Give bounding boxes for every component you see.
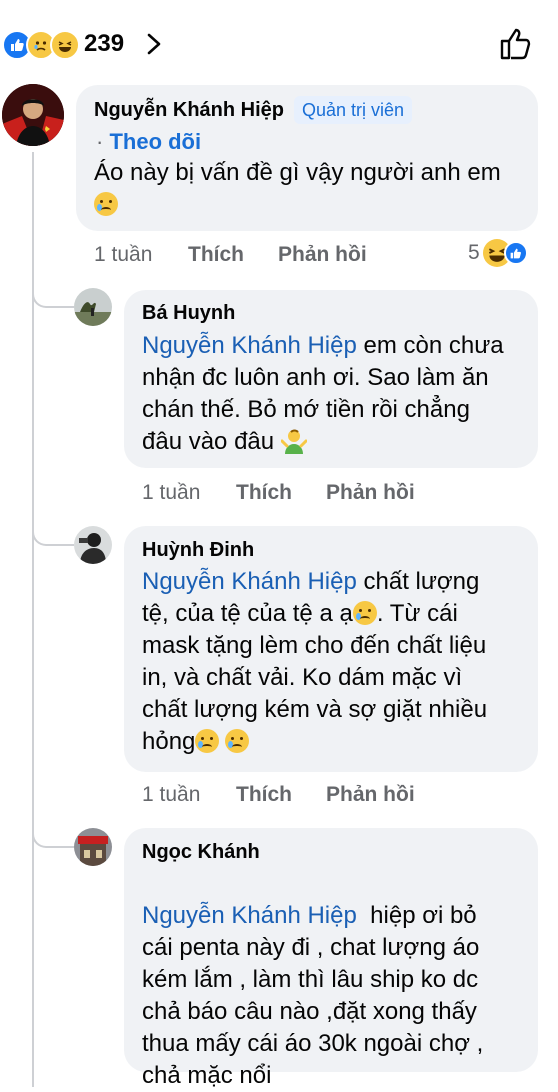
shrug-emoji: [280, 429, 307, 454]
mention-link[interactable]: Nguyễn Khánh Hiệp: [142, 332, 357, 359]
reply-line: chán thế. Bỏ mớ tiền rồi chẳng: [142, 396, 470, 423]
crying-face-emoji: [94, 192, 118, 216]
reply-line: đâu vào đâu: [142, 428, 275, 455]
reply-line: hiệp ơi bỏ: [356, 902, 477, 929]
reply-line: nhận đc luôn anh ơi. Sao làm ăn: [142, 364, 489, 391]
admin-badge: Quản trị viên: [294, 96, 413, 124]
follow-separator: ·: [96, 129, 104, 154]
reply-line: kém lắm , làm thì lâu ship ko dc: [142, 966, 479, 993]
avatar[interactable]: [2, 84, 64, 146]
reply-text: Nguyễn Khánh Hiệp chất lượng tệ, của tệ …: [142, 566, 532, 758]
reply-line: em còn chưa: [356, 332, 504, 359]
reply-line: chả báo câu nào ,đặt xong thấy: [142, 998, 477, 1025]
reply-text: Nguyễn Khánh Hiệp em còn chưa nhận đc lu…: [142, 330, 532, 458]
like-link[interactable]: Thích: [236, 479, 292, 507]
reply-line: mask tặng lèm cho đến chất liệu: [142, 632, 487, 659]
comment-body: Áo này bị vấn đề gì vậy người anh em: [94, 159, 501, 186]
reply-link[interactable]: Phản hồi: [326, 479, 415, 507]
like-link[interactable]: Thích: [236, 781, 292, 809]
comment-text: Áo này bị vấn đề gì vậy người anh em: [94, 157, 530, 221]
comment-reactions[interactable]: 5: [468, 239, 528, 267]
like-icon: [503, 241, 528, 265]
crying-face-emoji: [352, 601, 377, 625]
thread-hook: [32, 518, 74, 546]
reply-time[interactable]: 1 tuần: [142, 781, 200, 809]
reply-link[interactable]: Phản hồi: [326, 781, 415, 809]
haha-icon: [50, 30, 80, 60]
reply-line: in, và chất vải. Ko dám mặc vì: [142, 664, 463, 691]
crying-face-emoji: [225, 729, 250, 753]
avatar[interactable]: [74, 526, 112, 564]
reaction-summary[interactable]: [2, 30, 80, 60]
reply-author[interactable]: Bá Huynh: [142, 300, 235, 326]
comment-reaction-count: 5: [468, 241, 480, 264]
reply-line: . Từ cái: [376, 600, 458, 627]
mention-link[interactable]: Nguyễn Khánh Hiệp: [142, 902, 357, 929]
like-link[interactable]: Thích: [188, 241, 244, 269]
reply-time[interactable]: 1 tuần: [142, 479, 200, 507]
crying-face-emoji: [195, 729, 220, 753]
reply-line: chất lượng: [356, 568, 480, 595]
reply-line: chất lượng kém và sợ giặt nhiều: [142, 696, 488, 723]
reply-line: cái penta này đi , chat lượng áo: [142, 934, 480, 961]
reply-line: tệ, của tệ của tệ a ạ: [142, 600, 353, 627]
reply-author[interactable]: Huỳnh Đinh: [142, 537, 254, 563]
reply-link[interactable]: Phản hồi: [278, 241, 367, 269]
comment-header: Nguyễn Khánh Hiệp Quản trị viên: [94, 96, 413, 124]
avatar[interactable]: [74, 828, 112, 866]
reaction-count[interactable]: 239: [84, 30, 124, 58]
thread-hook: [32, 820, 74, 848]
comment-time[interactable]: 1 tuần: [94, 241, 152, 269]
avatar[interactable]: [74, 288, 112, 326]
reply-text: Nguyễn Khánh Hiệp hiệp ơi bỏ cái penta n…: [142, 868, 532, 1092]
chevron-right-icon[interactable]: [144, 30, 164, 58]
follow-link[interactable]: · Theo dõi: [96, 127, 201, 157]
reply-line: hỏng: [142, 728, 196, 755]
reply-author[interactable]: Ngọc Khánh: [142, 839, 260, 865]
reply-line: thua mấy cái áo 30k ngoài chợ ,: [142, 1030, 484, 1057]
like-button-icon[interactable]: [498, 26, 534, 62]
mention-link[interactable]: Nguyễn Khánh Hiệp: [142, 568, 357, 595]
follow-label: Theo dõi: [109, 129, 202, 154]
reply-line: chả mặc nổi: [142, 1062, 272, 1089]
thread-hook: [32, 280, 74, 308]
comment-author[interactable]: Nguyễn Khánh Hiệp: [94, 97, 284, 123]
